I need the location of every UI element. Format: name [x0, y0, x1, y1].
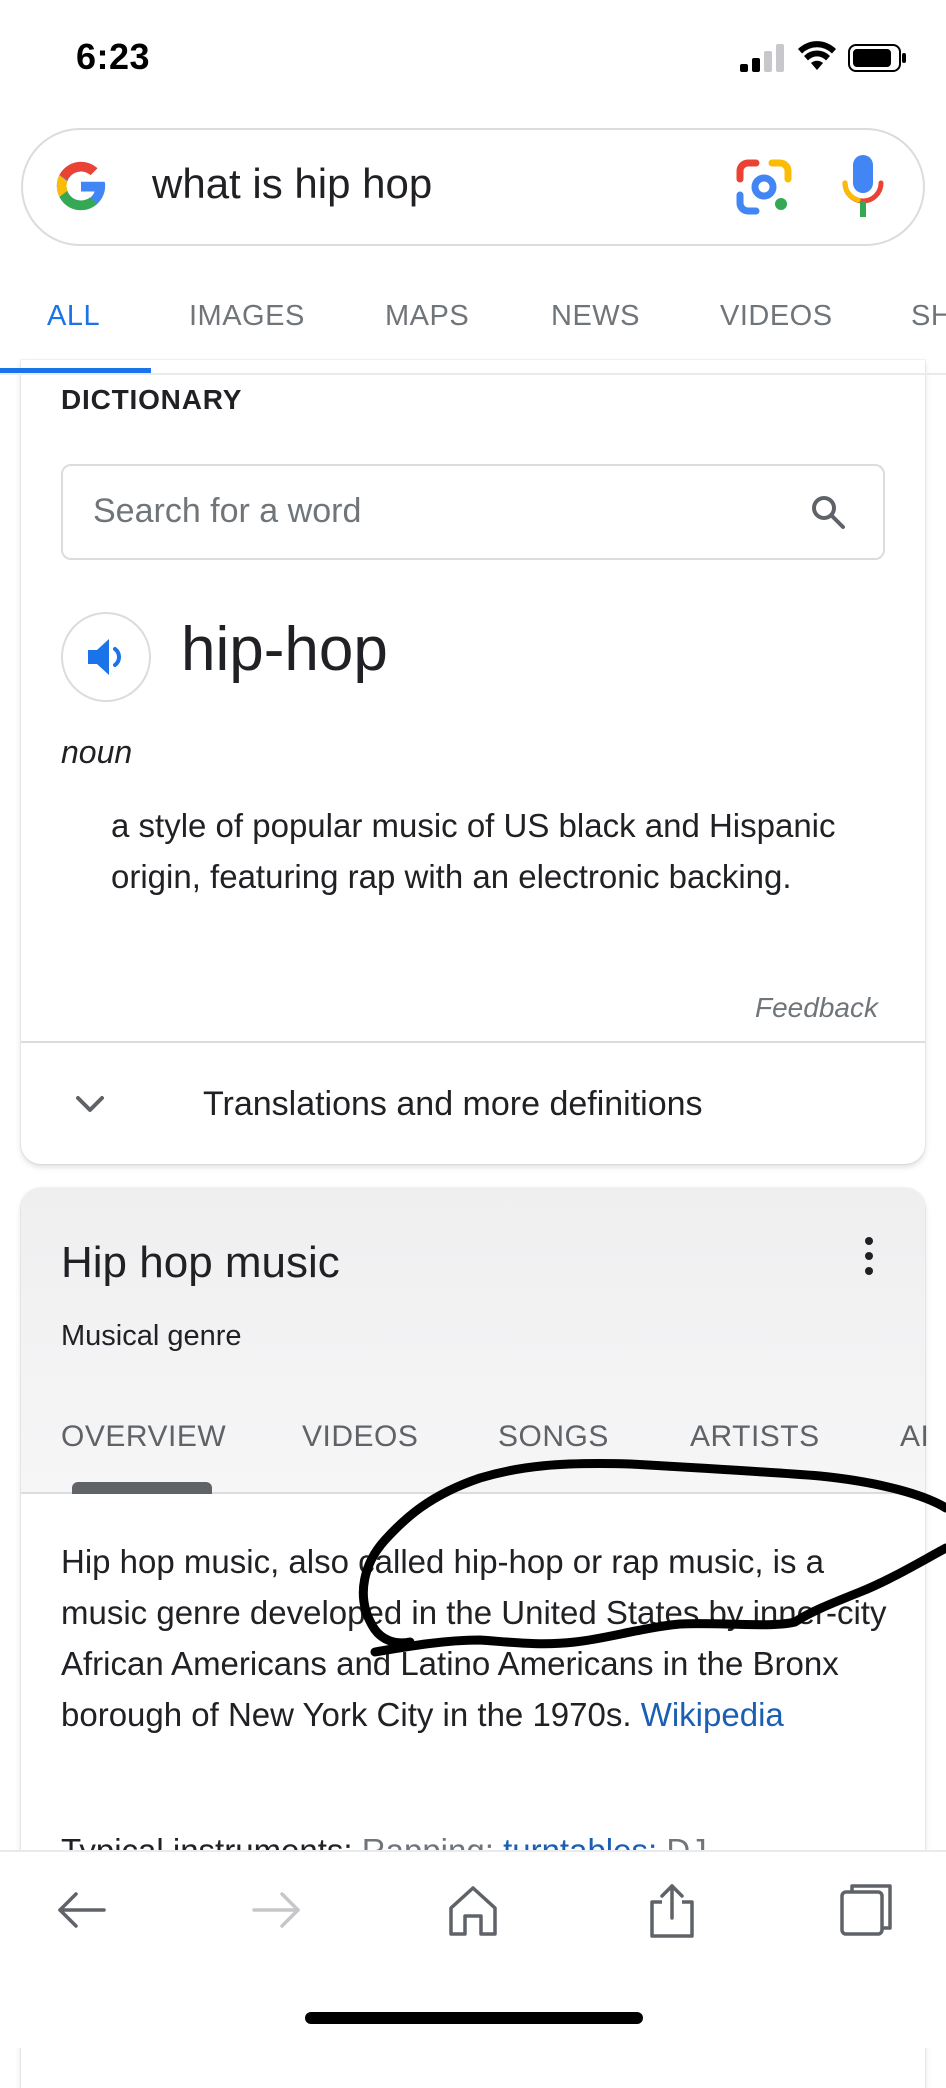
dictionary-heading: DICTIONARY	[61, 384, 243, 415]
battery-icon	[848, 44, 906, 72]
home-icon[interactable]	[445, 1882, 501, 1938]
mic-icon[interactable]	[840, 153, 886, 219]
tabs-divider	[0, 373, 946, 375]
feedback-link[interactable]: Feedback	[755, 992, 878, 1024]
tab-news[interactable]: NEWS	[551, 300, 640, 333]
active-tab-indicator	[0, 368, 151, 373]
kp-tab-albums[interactable]: AI	[900, 1420, 929, 1454]
home-indicator[interactable]	[305, 2012, 643, 2024]
back-arrow-icon[interactable]	[54, 1882, 110, 1938]
status-time: 6:23	[76, 36, 151, 77]
search-icon[interactable]	[810, 494, 846, 530]
google-logo-icon[interactable]	[52, 157, 110, 215]
wifi-icon	[798, 41, 836, 70]
knowledge-panel-subtitle: Musical genre	[61, 1320, 242, 1352]
chevron-down-icon[interactable]	[72, 1090, 108, 1118]
kp-tab-songs[interactable]: SONGS	[498, 1420, 609, 1454]
tab-maps[interactable]: MAPS	[385, 300, 469, 333]
more-definitions-button[interactable]: Translations and more definitions	[203, 1085, 703, 1124]
knowledge-panel-description: Hip hop music, also called hip-hop or ra…	[61, 1536, 901, 1740]
tab-shopping[interactable]: SH	[911, 300, 946, 333]
definition-text: a style of popular music of US black and…	[111, 807, 836, 895]
kp-tab-artists[interactable]: ARTISTS	[690, 1420, 820, 1454]
lens-icon[interactable]	[734, 157, 794, 217]
cellular-signal-icon	[740, 44, 784, 72]
part-of-speech: noun	[61, 734, 133, 770]
wikipedia-link[interactable]: Wikipedia	[641, 1696, 784, 1733]
dictionary-divider	[21, 1041, 925, 1043]
kp-tab-overview[interactable]: OVERVIEW	[61, 1420, 226, 1454]
kp-tab-videos[interactable]: VIDEOS	[302, 1420, 418, 1454]
tab-all[interactable]: ALL	[47, 300, 100, 333]
headword: hip-hop	[181, 615, 388, 684]
tab-images[interactable]: IMAGES	[189, 300, 305, 333]
word-search-placeholder: Search for a word	[93, 492, 362, 530]
tabs-icon[interactable]	[838, 1882, 894, 1938]
speaker-icon	[88, 639, 121, 675]
more-options-icon[interactable]	[862, 1236, 876, 1276]
tab-videos[interactable]: VIDEOS	[720, 300, 833, 333]
share-icon[interactable]	[644, 1882, 700, 1938]
knowledge-panel-title: Hip hop music	[61, 1238, 340, 1287]
kp-active-tab-indicator	[72, 1482, 212, 1494]
search-query[interactable]: what is hip hop	[152, 160, 432, 208]
forward-arrow-icon[interactable]	[248, 1882, 304, 1938]
